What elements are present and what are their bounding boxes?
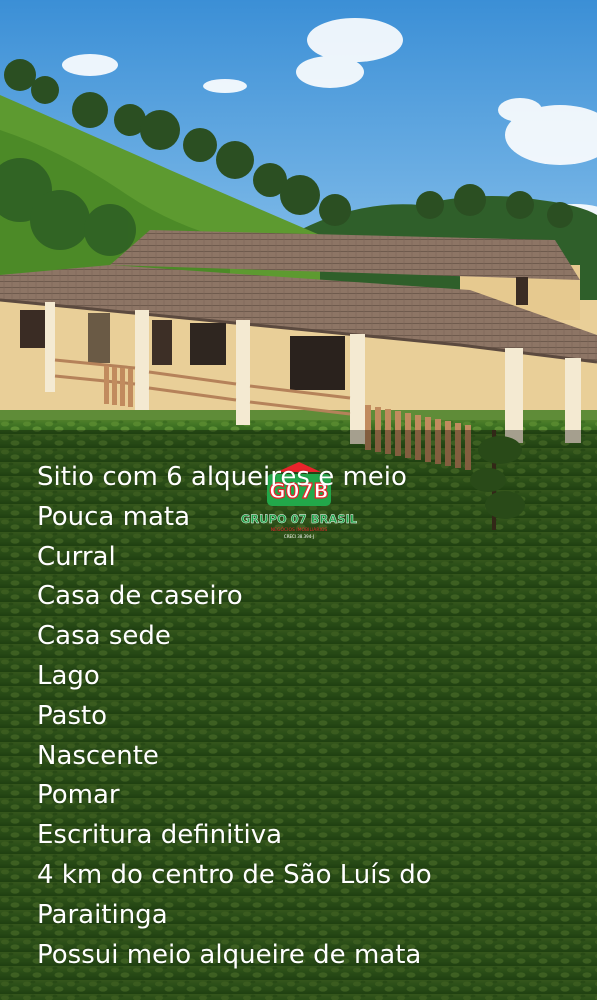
listing-line: Nascente [37,740,159,771]
listing-line: Pouca mata [37,501,191,532]
listing-line: Pomar [37,780,120,811]
listing-features: Sitio com 6 alqueires e meio Pouca mata … [37,458,577,975]
listing-line: Lago [37,660,100,691]
listing-line: Paraitinga [37,899,168,930]
listing-line: Sitio com 6 alqueires e meio [37,462,407,492]
listing-line: Casa sede [37,621,171,652]
listing-line: Possui meio alqueire de mata [37,939,422,970]
listing-line: Curral [37,541,116,572]
listing-line: 4 km do centro de São Luís do [37,859,432,890]
listing-line: Casa de caseiro [37,581,243,612]
listing-line: Escritura definitiva [37,820,283,851]
listing-line: Pasto [37,700,108,731]
